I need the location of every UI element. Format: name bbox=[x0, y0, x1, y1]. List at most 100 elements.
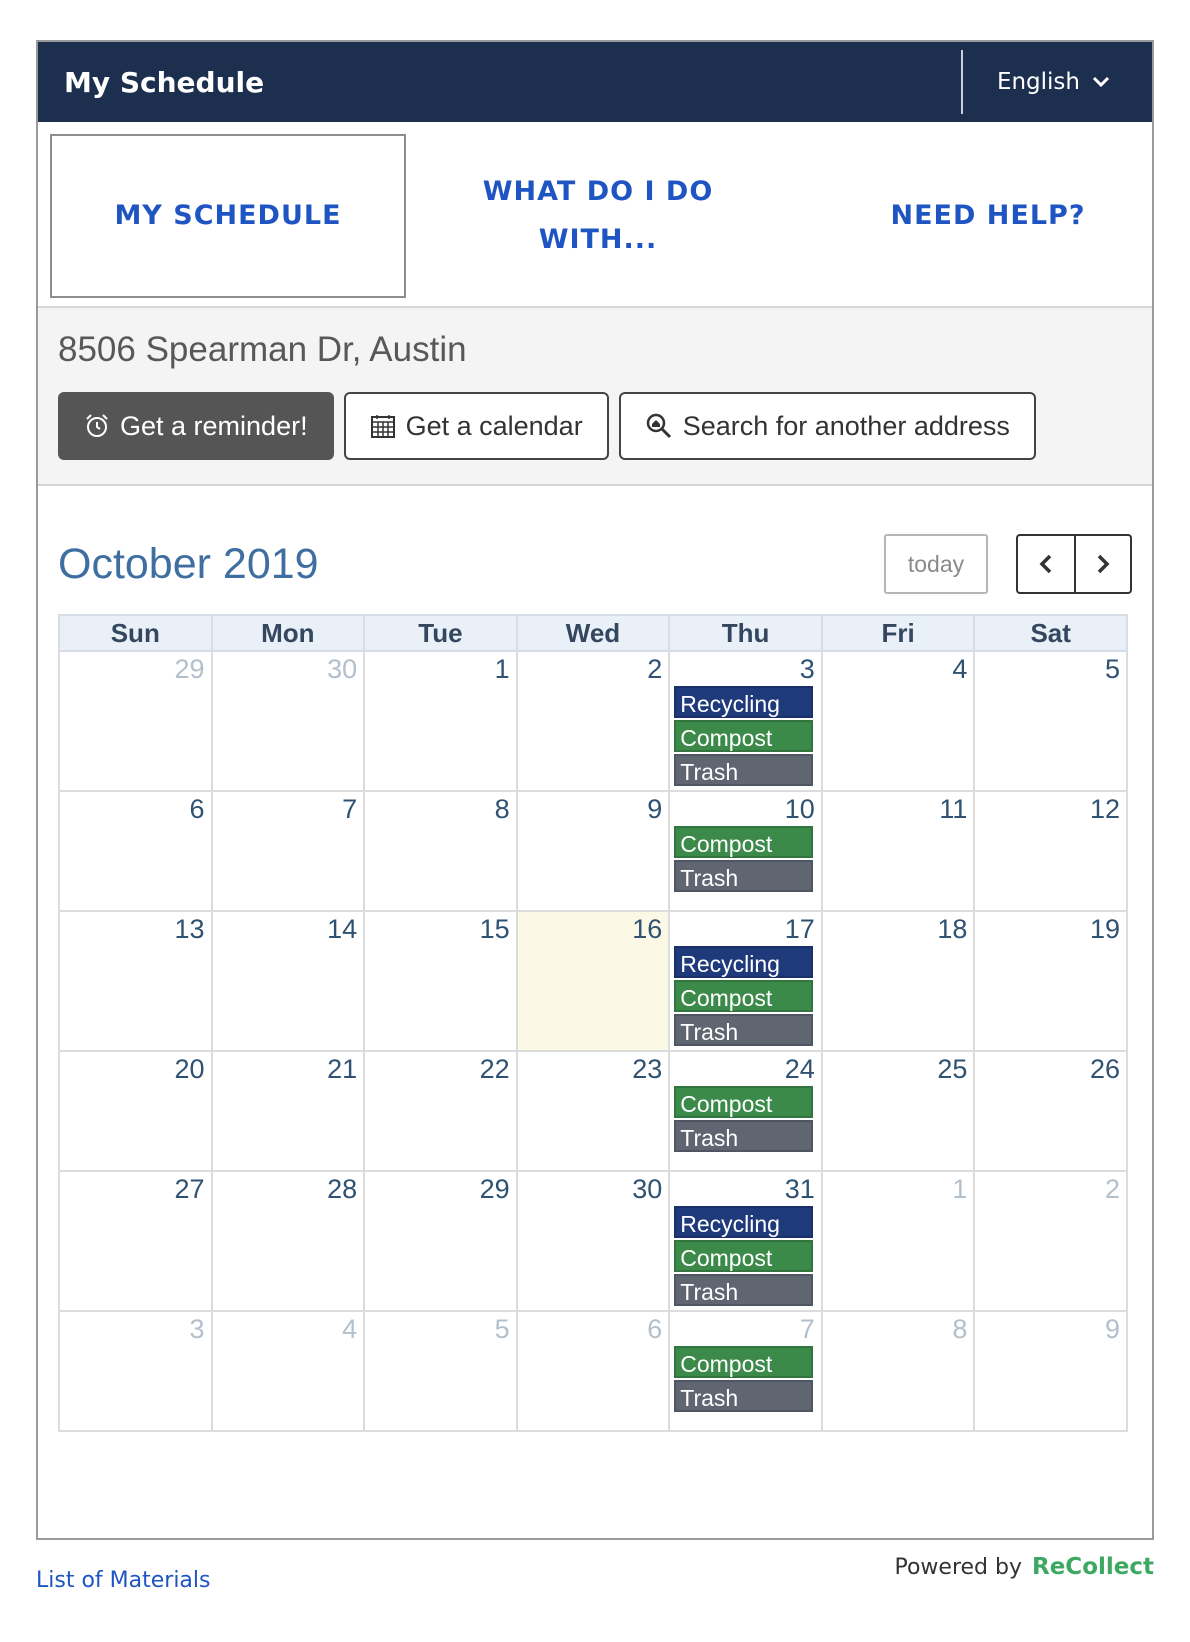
day-cell[interactable]: 1 bbox=[363, 650, 518, 792]
day-cell[interactable]: 5 bbox=[363, 1310, 518, 1432]
day-cell[interactable]: 22 bbox=[363, 1050, 518, 1172]
tab-my-schedule[interactable]: MY SCHEDULE bbox=[50, 134, 406, 298]
day-cell[interactable]: 27 bbox=[58, 1170, 213, 1312]
address-panel: 8506 Spearman Dr, Austin Get a reminder!… bbox=[38, 308, 1152, 486]
event-compost[interactable]: Compost bbox=[674, 720, 813, 752]
day-cell[interactable]: 30 bbox=[515, 1170, 671, 1312]
day-number: 20 bbox=[174, 1054, 205, 1084]
event-trash[interactable]: Trash bbox=[674, 754, 813, 786]
day-cell[interactable]: 17 Recycling Compost Trash bbox=[668, 910, 823, 1052]
event-compost[interactable]: Compost bbox=[674, 1240, 813, 1272]
language-selector[interactable]: English bbox=[960, 50, 1152, 114]
day-number: 30 bbox=[327, 654, 358, 684]
day-cell[interactable]: 3 bbox=[58, 1310, 213, 1432]
schedule-widget: My Schedule English MY SCHEDULE WHAT DO … bbox=[36, 40, 1154, 1540]
day-number: 7 bbox=[342, 794, 358, 824]
day-cell[interactable]: 11 bbox=[820, 790, 976, 912]
day-cell[interactable]: 12 bbox=[973, 790, 1128, 912]
day-cell[interactable]: 4 bbox=[820, 650, 976, 792]
day-cell[interactable]: 26 bbox=[973, 1050, 1128, 1172]
day-number: 29 bbox=[174, 654, 205, 684]
day-cell[interactable]: 2 bbox=[515, 650, 671, 792]
day-number: 2 bbox=[1104, 1174, 1120, 1204]
day-number: 8 bbox=[494, 794, 510, 824]
week-row: 3 4 5 6 7 Compost Trash 8 9 bbox=[58, 1310, 1128, 1432]
day-cell[interactable]: 9 bbox=[973, 1310, 1128, 1432]
day-number: 11 bbox=[939, 794, 968, 824]
day-cell[interactable]: 20 bbox=[58, 1050, 213, 1172]
day-cell[interactable]: 19 bbox=[973, 910, 1128, 1052]
day-cell[interactable]: 10 Compost Trash bbox=[668, 790, 823, 912]
day-cell[interactable]: 9 bbox=[515, 790, 671, 912]
calendar-header: October 2019 today bbox=[58, 534, 1132, 594]
event-compost[interactable]: Compost bbox=[674, 980, 813, 1012]
weekday-header: Sun bbox=[58, 614, 213, 652]
day-cell[interactable]: 23 bbox=[515, 1050, 671, 1172]
day-cell[interactable]: 25 bbox=[820, 1050, 976, 1172]
day-cell[interactable]: 4 bbox=[210, 1310, 366, 1432]
tab-what-do-i-do-with[interactable]: WHAT DO I DO WITH... bbox=[438, 134, 758, 298]
next-month-button[interactable] bbox=[1074, 536, 1130, 592]
day-cell[interactable]: 1 bbox=[820, 1170, 976, 1312]
day-cell[interactable]: 6 bbox=[58, 790, 213, 912]
nav-tabs: MY SCHEDULE WHAT DO I DO WITH... NEED HE… bbox=[38, 122, 1152, 308]
day-cell[interactable]: 31 Recycling Compost Trash bbox=[668, 1170, 823, 1312]
event-compost[interactable]: Compost bbox=[674, 826, 813, 858]
header-bar: My Schedule English bbox=[38, 42, 1152, 122]
day-cell[interactable]: 8 bbox=[363, 790, 518, 912]
day-cell[interactable]: 15 bbox=[363, 910, 518, 1052]
day-cell[interactable]: 18 bbox=[820, 910, 976, 1052]
recollect-logo[interactable]: ReCollect bbox=[1032, 1554, 1154, 1580]
day-cell[interactable]: 30 bbox=[210, 650, 366, 792]
language-label: English bbox=[996, 69, 1080, 95]
day-cell[interactable]: 2 bbox=[973, 1170, 1128, 1312]
day-cell[interactable]: 6 bbox=[515, 1310, 671, 1432]
get-calendar-button[interactable]: Get a calendar bbox=[343, 392, 609, 460]
event-trash[interactable]: Trash bbox=[674, 860, 813, 892]
day-cell[interactable]: 5 bbox=[973, 650, 1128, 792]
event-trash[interactable]: Trash bbox=[674, 1120, 813, 1152]
day-cell[interactable]: 8 bbox=[820, 1310, 976, 1432]
week-row: 6 7 8 9 10 Compost Trash 11 12 bbox=[58, 790, 1128, 912]
day-cell[interactable]: 21 bbox=[210, 1050, 366, 1172]
event-trash[interactable]: Trash bbox=[674, 1380, 813, 1412]
day-cell[interactable]: 13 bbox=[58, 910, 213, 1052]
event-recycling[interactable]: Recycling bbox=[674, 1206, 813, 1238]
week-row: 29 30 1 2 3 Recycling Compost Trash 4 5 bbox=[58, 650, 1128, 792]
day-cell-today[interactable]: 16 bbox=[515, 910, 671, 1052]
day-number: 1 bbox=[494, 654, 510, 684]
list-of-materials-link[interactable]: List of Materials bbox=[36, 1568, 211, 1593]
day-cell[interactable]: 29 bbox=[363, 1170, 518, 1312]
day-number: 14 bbox=[327, 914, 358, 944]
month-nav bbox=[1016, 534, 1132, 594]
address-title: 8506 Spearman Dr, Austin bbox=[58, 330, 467, 369]
day-number: 31 bbox=[784, 1174, 815, 1204]
event-trash[interactable]: Trash bbox=[674, 1274, 813, 1306]
get-reminder-button[interactable]: Get a reminder! bbox=[58, 392, 334, 460]
day-cell[interactable]: 24 Compost Trash bbox=[668, 1050, 823, 1172]
day-cell[interactable]: 28 bbox=[210, 1170, 366, 1312]
tab-need-help[interactable]: NEED HELP? bbox=[838, 134, 1138, 298]
event-compost[interactable]: Compost bbox=[674, 1346, 813, 1378]
event-recycling[interactable]: Recycling bbox=[674, 686, 813, 718]
today-button[interactable]: today bbox=[884, 534, 988, 594]
day-number: 22 bbox=[479, 1054, 510, 1084]
calendar-title: October 2019 bbox=[58, 539, 319, 588]
day-number: 1 bbox=[952, 1174, 968, 1204]
event-recycling[interactable]: Recycling bbox=[674, 946, 813, 978]
day-cell[interactable]: 14 bbox=[210, 910, 366, 1052]
calendar-icon bbox=[370, 415, 395, 438]
day-number: 28 bbox=[327, 1174, 358, 1204]
day-cell[interactable]: 7 Compost Trash bbox=[668, 1310, 823, 1432]
prev-month-button[interactable] bbox=[1018, 536, 1074, 592]
search-address-button[interactable]: Search for another address bbox=[618, 392, 1036, 460]
day-number: 9 bbox=[1104, 1314, 1120, 1344]
event-compost[interactable]: Compost bbox=[674, 1086, 813, 1118]
day-number: 29 bbox=[479, 1174, 510, 1204]
day-number: 6 bbox=[189, 794, 205, 824]
day-cell[interactable]: 29 bbox=[58, 650, 213, 792]
weekday-header-row: Sun Mon Tue Wed Thu Fri Sat bbox=[58, 614, 1128, 652]
day-cell[interactable]: 7 bbox=[210, 790, 366, 912]
day-cell[interactable]: 3 Recycling Compost Trash bbox=[668, 650, 823, 792]
event-trash[interactable]: Trash bbox=[674, 1014, 813, 1046]
